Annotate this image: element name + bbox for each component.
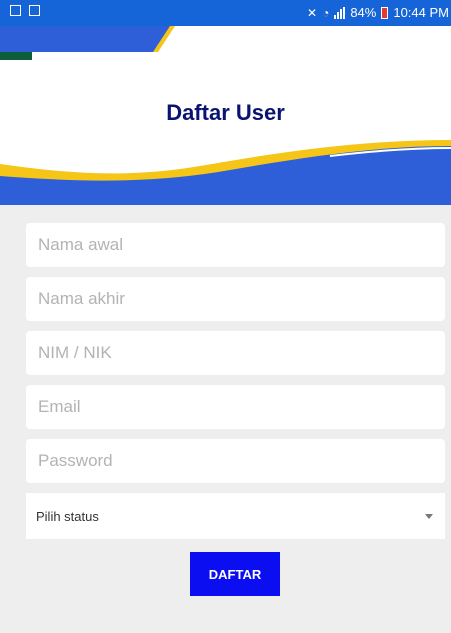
mute-icon: ✕ xyxy=(307,5,318,20)
battery-percent: 84% xyxy=(350,5,377,20)
password-field[interactable] xyxy=(26,439,445,483)
password-input[interactable] xyxy=(36,450,445,472)
registration-form: Pilih status DAFTAR xyxy=(0,205,451,633)
email-input[interactable] xyxy=(36,396,445,418)
first-name-field[interactable] xyxy=(26,223,445,267)
dropdown-arrow-icon xyxy=(425,513,433,519)
email-field[interactable] xyxy=(26,385,445,429)
last-name-input[interactable] xyxy=(36,288,445,310)
mail-icon xyxy=(29,5,40,16)
nim-input[interactable] xyxy=(36,342,445,364)
status-bar: ✕ ◔ 84% 10:44 PM xyxy=(0,0,451,26)
clock: 10:44 PM xyxy=(393,5,449,20)
page-title: Daftar User xyxy=(166,100,285,125)
register-button[interactable]: DAFTAR xyxy=(190,552,280,596)
nim-field[interactable] xyxy=(26,331,445,375)
battery-icon xyxy=(381,6,389,19)
status-select[interactable]: Pilih status xyxy=(26,493,445,539)
first-name-input[interactable] xyxy=(36,234,445,256)
header-wave xyxy=(0,140,451,206)
last-name-field[interactable] xyxy=(26,277,445,321)
wifi-icon: ◔ xyxy=(322,5,330,20)
signal-icon xyxy=(334,6,346,19)
gallery-icon xyxy=(10,5,21,16)
status-select-value: Pilih status xyxy=(36,508,99,524)
top-decoration xyxy=(0,26,175,60)
